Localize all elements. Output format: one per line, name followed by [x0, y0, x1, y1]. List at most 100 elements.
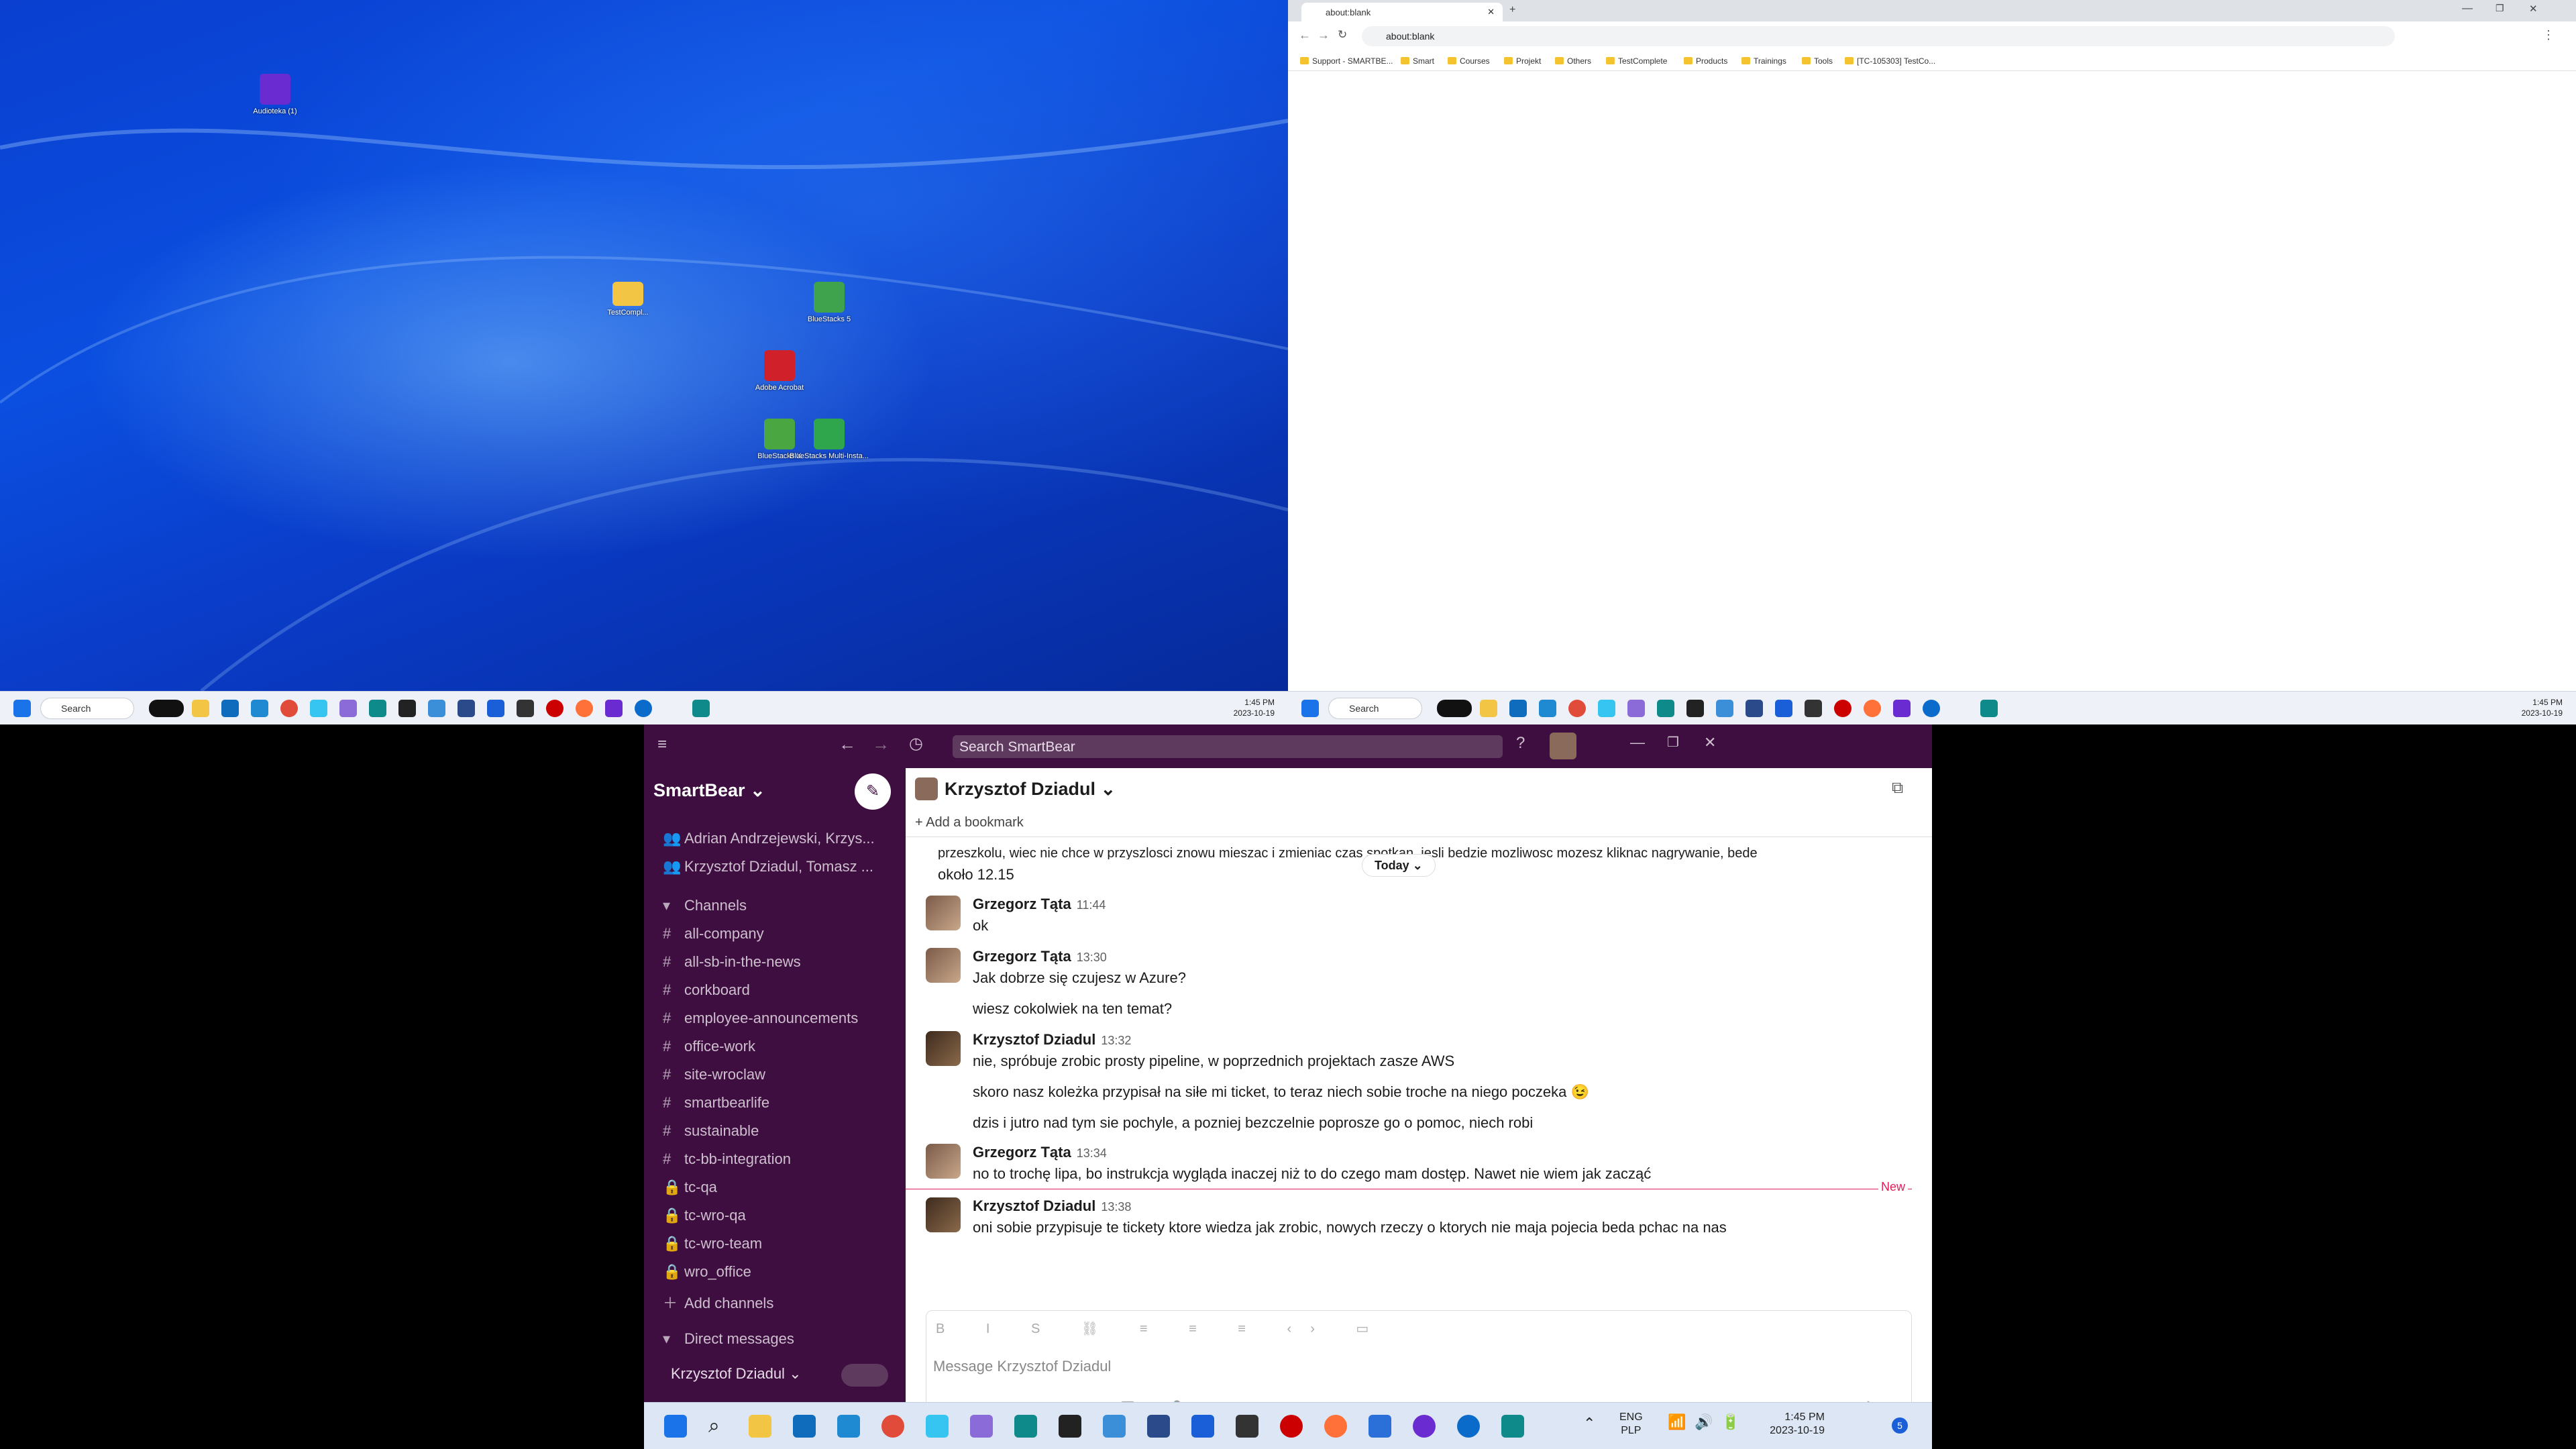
record-icon[interactable] [1834, 700, 1851, 717]
message-input[interactable]: Message Krzysztof Dziadul [933, 1358, 1111, 1375]
chrome-icon[interactable] [1568, 700, 1586, 717]
tab-about-blank[interactable]: about:blank ✕ [1301, 3, 1503, 21]
add-channels[interactable]: ＋ Add channels [663, 1291, 891, 1314]
desktop-icon-bluestacks5[interactable]: BlueStacks 5 [789, 282, 869, 323]
app4-icon[interactable] [1413, 1415, 1436, 1438]
canvas-icon[interactable]: ⧉ [1892, 779, 1903, 798]
edge-icon[interactable] [1657, 700, 1674, 717]
back-icon[interactable]: ← [839, 734, 856, 755]
app4-icon[interactable] [692, 700, 710, 717]
day-divider[interactable]: Today ⌄ [1362, 854, 1436, 877]
desktop-icon-testcomplete-folder[interactable]: TestCompl... [588, 282, 668, 317]
forward-icon[interactable]: → [1318, 28, 1330, 42]
sidebar-channel[interactable]: # tc-bb-integration [663, 1150, 891, 1173]
app3-icon[interactable] [1368, 1415, 1391, 1438]
edge-icon[interactable] [369, 700, 386, 717]
channel-title[interactable]: Krzysztof Dziadul ⌄ [945, 779, 1116, 800]
chrome-icon[interactable] [881, 1415, 904, 1438]
taskbar-search[interactable]: Search [1328, 698, 1422, 719]
sidebar-channel[interactable]: # site-wroclaw [663, 1066, 891, 1089]
sidebar-channel[interactable]: # smartbearlife [663, 1094, 891, 1117]
sidebar-dm-group-2[interactable]: 👥 Krzysztof Dziadul, Tomasz ... [663, 858, 891, 881]
huddle-toggle[interactable] [841, 1364, 888, 1387]
slack-icon[interactable] [926, 1415, 949, 1438]
sidebar-channel[interactable]: # office-work [663, 1038, 891, 1061]
close-window-icon[interactable]: ✕ [2529, 3, 2538, 15]
compose-icon[interactable]: ✎ [855, 773, 891, 810]
add-bookmark[interactable]: + Add a bookmark [915, 815, 1024, 830]
app4-icon[interactable] [1980, 700, 1998, 717]
sidebar-dm-group-1[interactable]: 👥 Adrian Andrzejewski, Krzys... [663, 830, 891, 853]
channels-header[interactable]: ▾ Channels [663, 897, 891, 920]
avatar[interactable] [1550, 733, 1576, 759]
word-icon[interactable] [1147, 1415, 1170, 1438]
powershell-icon[interactable] [487, 700, 504, 717]
outlook-icon[interactable] [221, 700, 239, 717]
history-icon[interactable]: ◷ [909, 734, 923, 753]
bookmark-item[interactable]: Smart [1401, 56, 1434, 67]
pycharm-icon[interactable] [1686, 700, 1704, 717]
slack-icon[interactable] [310, 700, 327, 717]
app-icon[interactable] [1627, 700, 1645, 717]
record-icon[interactable] [1280, 1415, 1303, 1438]
desktop-icon-bluestacks-multi[interactable]: BlueStacks Multi-Insta... [789, 419, 869, 460]
footer-user[interactable]: Krzysztof Dziadul ⌄ [671, 1365, 802, 1383]
app2-icon[interactable] [1716, 700, 1733, 717]
firefox-icon[interactable] [1864, 700, 1881, 717]
sidebar-channel[interactable]: # sustainable [663, 1122, 891, 1145]
wifi-icon[interactable]: 📶 [1668, 1413, 1686, 1431]
forward-icon[interactable]: → [872, 734, 890, 755]
widget-icon[interactable] [149, 700, 184, 717]
app2-icon[interactable] [428, 700, 445, 717]
sidebar-channel[interactable]: # all-sb-in-the-news [663, 953, 891, 976]
workspace-name[interactable]: SmartBear ⌄ [653, 780, 765, 801]
windows-start-icon[interactable] [1301, 700, 1319, 717]
powershell-icon[interactable] [1775, 700, 1792, 717]
bookmark-item[interactable]: Support - SMARTBE... [1300, 56, 1393, 67]
sidebar-channel[interactable]: # corkboard [663, 981, 891, 1004]
format-toolbar[interactable]: B I S ⛓ ≡ ≡ ≡ ‹› ▭ [936, 1320, 1387, 1337]
app3-icon[interactable] [1893, 700, 1911, 717]
minimize-icon[interactable]: — [2462, 3, 2473, 15]
desktop-icon-adobe-acrobat[interactable]: Adobe Acrobat [739, 350, 820, 392]
outlook-icon[interactable] [793, 1415, 816, 1438]
zoom-icon[interactable] [1923, 700, 1940, 717]
edge-icon[interactable] [1014, 1415, 1037, 1438]
vscode-icon[interactable] [1539, 700, 1556, 717]
bookmark-item[interactable]: Courses [1448, 56, 1490, 67]
sidebar-channel[interactable]: 🔒 tc-wro-team [663, 1235, 891, 1258]
minimize-icon[interactable]: — [1630, 734, 1645, 751]
taskbar-clock[interactable]: 1:45 PM 2023-10-19 [1751, 1411, 1825, 1438]
app-icon[interactable] [970, 1415, 993, 1438]
outlook-icon[interactable] [1509, 700, 1527, 717]
record-icon[interactable] [546, 700, 564, 717]
sidebar-channel[interactable]: 🔒 wro_office [663, 1263, 891, 1286]
omnibox[interactable]: about:blank [1362, 26, 2395, 46]
word-icon[interactable] [1746, 700, 1763, 717]
speaker-icon[interactable]: 🔊 [1695, 1413, 1713, 1431]
battery-icon[interactable]: 🔋 [1721, 1413, 1739, 1431]
powershell-icon[interactable] [1191, 1415, 1214, 1438]
notification-badge[interactable]: 5 [1892, 1417, 1908, 1434]
language-indicator[interactable]: ENG PLP [1619, 1411, 1643, 1438]
back-icon[interactable]: ← [1299, 28, 1311, 42]
app3-icon[interactable] [605, 700, 623, 717]
taskbar-search[interactable]: Search [40, 698, 134, 719]
restore-icon[interactable]: ❐ [1667, 734, 1679, 751]
close-icon[interactable]: ✕ [1704, 734, 1716, 751]
close-tab-icon[interactable]: ✕ [1487, 7, 1495, 17]
bookmark-item[interactable]: [TC-105303] TestCo... [1845, 56, 1935, 67]
terminal-icon[interactable] [1236, 1415, 1258, 1438]
new-tab-icon[interactable]: + [1509, 4, 1515, 16]
vscode-icon[interactable] [251, 700, 268, 717]
bookmark-item[interactable]: Tools [1802, 56, 1833, 67]
firefox-icon[interactable] [1324, 1415, 1347, 1438]
bookmark-item[interactable]: TestComplete [1606, 56, 1667, 67]
help-icon[interactable]: ? [1516, 734, 1525, 753]
sidebar-channel[interactable]: 🔒 tc-qa [663, 1179, 891, 1201]
zoom-icon[interactable] [1457, 1415, 1480, 1438]
zoom-icon[interactable] [635, 700, 652, 717]
vscode-icon[interactable] [837, 1415, 860, 1438]
app5-icon[interactable] [1501, 1415, 1524, 1438]
menu-icon[interactable]: ⋮ [2542, 28, 2555, 42]
